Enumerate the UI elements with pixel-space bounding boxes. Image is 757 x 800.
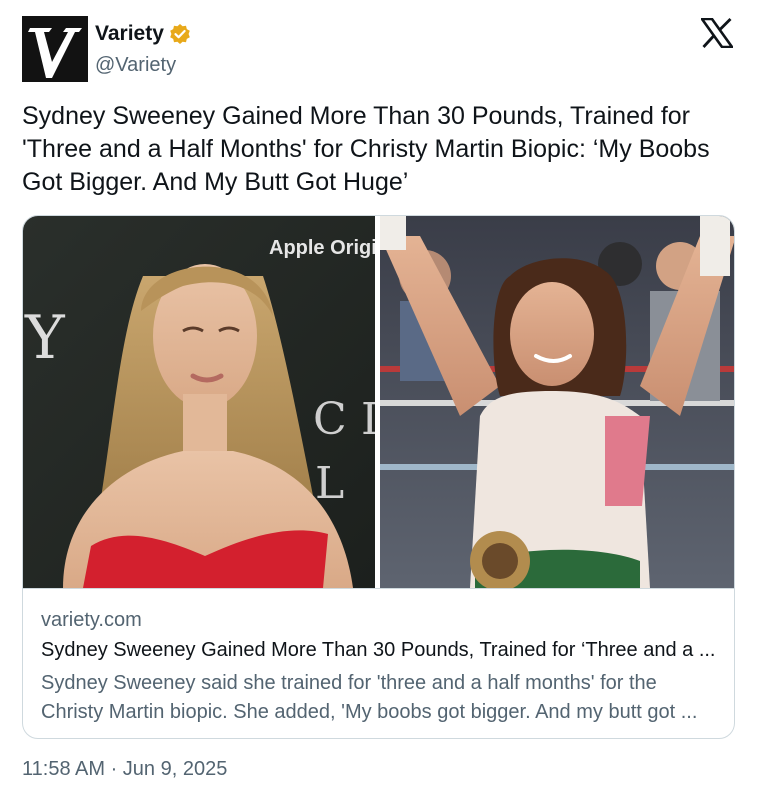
link-card[interactable]: Y C I L Apple Origi xyxy=(22,215,735,739)
svg-text:L: L xyxy=(315,458,344,509)
card-description: Sydney Sweeney said she trained for 'thr… xyxy=(41,672,698,723)
card-title[interactable]: Sydney Sweeney Gained More Than 30 Pound… xyxy=(41,639,721,662)
card-media[interactable]: Y C I L Apple Origi xyxy=(23,216,734,588)
card-info[interactable]: variety.com Sydney Sweeney Gained More T… xyxy=(23,588,734,738)
backdrop-text: Apple Origi xyxy=(269,237,375,259)
tweet-timestamp[interactable]: 11:58 AM · Jun 9, 2025 xyxy=(22,758,227,781)
author-display-name[interactable]: Variety xyxy=(95,22,164,46)
tweet-header: Variety @Variety xyxy=(22,16,737,84)
svg-text:Y: Y xyxy=(24,303,66,373)
card-image-boxer[interactable] xyxy=(380,216,734,588)
svg-text:C: C xyxy=(313,394,347,445)
card-image-portrait[interactable]: Y C I L Apple Origi xyxy=(23,216,375,588)
card-domain[interactable]: variety.com xyxy=(41,609,142,632)
verified-badge-icon[interactable] xyxy=(169,23,191,45)
tweet-text: Sydney Sweeney Gained More Than 30 Pound… xyxy=(22,102,710,196)
author-avatar[interactable] xyxy=(22,16,88,82)
x-logo-icon[interactable] xyxy=(700,17,734,49)
variety-logo-icon xyxy=(22,16,88,82)
svg-text:I: I xyxy=(361,394,375,445)
author-handle[interactable]: @Variety xyxy=(95,54,176,77)
